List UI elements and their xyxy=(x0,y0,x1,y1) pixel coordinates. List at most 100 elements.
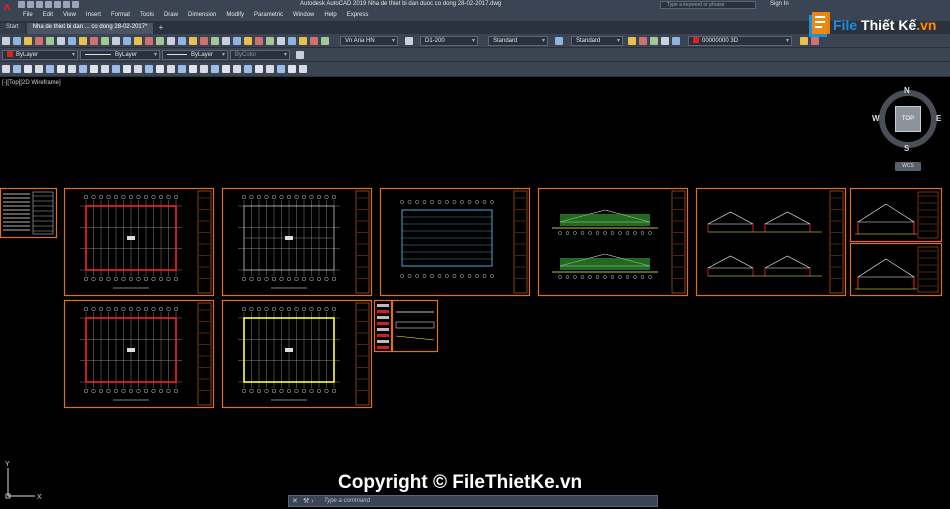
tb1-tool-12-icon[interactable] xyxy=(134,37,142,45)
tb1-tool-17-icon[interactable] xyxy=(189,37,197,45)
tb1-tool-33-icon[interactable] xyxy=(639,37,647,45)
plotstyle-select[interactable]: ByColor xyxy=(230,50,290,60)
tb3-tool-10-icon[interactable] xyxy=(112,65,120,73)
file-tab-1[interactable]: Nha de thiet bi dan ... co dong 28-02-20… xyxy=(26,23,154,34)
menu-edit[interactable]: Edit xyxy=(38,10,58,21)
tb1-tool-18-icon[interactable] xyxy=(200,37,208,45)
file-tab-0[interactable]: Start xyxy=(0,23,25,34)
multileader-style-select[interactable]: Standard xyxy=(571,36,623,46)
open-icon[interactable] xyxy=(27,1,34,8)
tb3-tool-22-icon[interactable] xyxy=(244,65,252,73)
tb1-tool-34-icon[interactable] xyxy=(650,37,658,45)
new-tab-button[interactable]: + xyxy=(155,23,166,34)
tb3-tool-26-icon[interactable] xyxy=(288,65,296,73)
menu-format[interactable]: Format xyxy=(106,10,135,21)
viewcube-top-face[interactable]: TOP xyxy=(895,106,921,132)
tb3-tool-0-icon[interactable] xyxy=(2,65,10,73)
tb3-tool-2-icon[interactable] xyxy=(24,65,32,73)
close-icon[interactable]: ✕ xyxy=(292,497,298,505)
tb3-tool-20-icon[interactable] xyxy=(222,65,230,73)
linetype-select[interactable]: ByLayer xyxy=(80,50,160,60)
menu-draw[interactable]: Draw xyxy=(159,10,183,21)
tb3-tool-6-icon[interactable] xyxy=(68,65,76,73)
tb3-tool-14-icon[interactable] xyxy=(156,65,164,73)
tb3-tool-9-icon[interactable] xyxy=(101,65,109,73)
tb3-tool-15-icon[interactable] xyxy=(167,65,175,73)
tb3-tool-1-icon[interactable] xyxy=(13,65,21,73)
tb3-tool-13-icon[interactable] xyxy=(145,65,153,73)
tb1-tool-26-icon[interactable] xyxy=(288,37,296,45)
tb1-tool-15-icon[interactable] xyxy=(167,37,175,45)
tb1-tool-11-icon[interactable] xyxy=(123,37,131,45)
compass-east[interactable]: E xyxy=(936,114,941,123)
menu-file[interactable]: File xyxy=(18,10,38,21)
tb3-tool-16-icon[interactable] xyxy=(178,65,186,73)
menu-help[interactable]: Help xyxy=(319,10,341,21)
text-style-select[interactable]: Vn Aria HN xyxy=(340,36,398,46)
tb1-tool-20-icon[interactable] xyxy=(222,37,230,45)
redo-icon[interactable] xyxy=(72,1,79,8)
tb1-tool-0-icon[interactable] xyxy=(2,37,10,45)
tb3-tool-21-icon[interactable] xyxy=(233,65,241,73)
tb1-tool-7-icon[interactable] xyxy=(79,37,87,45)
viewport-controls[interactable]: [-][Top][2D Wireframe] xyxy=(2,80,61,86)
tb1-tool-9-icon[interactable] xyxy=(101,37,109,45)
tb1-tool-3-icon[interactable] xyxy=(35,37,43,45)
compass-west[interactable]: W xyxy=(872,114,880,123)
menu-express[interactable]: Express xyxy=(342,10,374,21)
command-input[interactable]: Type a command xyxy=(324,498,370,504)
tb2-tool-0-icon[interactable] xyxy=(296,51,304,59)
compass-north[interactable]: N xyxy=(904,86,910,95)
menu-tools[interactable]: Tools xyxy=(135,10,159,21)
print-icon[interactable] xyxy=(54,1,61,8)
model-space[interactable] xyxy=(0,78,950,509)
dim-style-select[interactable]: D1-200 xyxy=(420,36,478,46)
tb1-tool-13-icon[interactable] xyxy=(145,37,153,45)
lineweight-select[interactable]: ByLayer xyxy=(162,50,228,60)
tb3-tool-27-icon[interactable] xyxy=(299,65,307,73)
viewcube[interactable]: TOP N S E W xyxy=(870,86,946,156)
save-icon[interactable] xyxy=(36,1,43,8)
tb1-tool-35-icon[interactable] xyxy=(661,37,669,45)
compass-south[interactable]: S xyxy=(904,144,909,153)
tb1-tool-1-icon[interactable] xyxy=(13,37,21,45)
tb3-tool-11-icon[interactable] xyxy=(123,65,131,73)
tb1-tool-5-icon[interactable] xyxy=(57,37,65,45)
tb1-tool-36-icon[interactable] xyxy=(672,37,680,45)
tb1-tool-37-icon[interactable] xyxy=(800,37,808,45)
tb3-tool-5-icon[interactable] xyxy=(57,65,65,73)
tb3-tool-4-icon[interactable] xyxy=(46,65,54,73)
tb1-tool-24-icon[interactable] xyxy=(266,37,274,45)
tb1-tool-4-icon[interactable] xyxy=(46,37,54,45)
tb1-tool-22-icon[interactable] xyxy=(244,37,252,45)
tb3-tool-3-icon[interactable] xyxy=(35,65,43,73)
tb3-tool-12-icon[interactable] xyxy=(134,65,142,73)
new-icon[interactable] xyxy=(18,1,25,8)
wcs-menu[interactable]: WCS xyxy=(895,162,921,171)
tb1-tool-23-icon[interactable] xyxy=(255,37,263,45)
tb1-tool-16-icon[interactable] xyxy=(178,37,186,45)
tb3-tool-7-icon[interactable] xyxy=(79,65,87,73)
tb3-tool-19-icon[interactable] xyxy=(211,65,219,73)
tb3-tool-24-icon[interactable] xyxy=(266,65,274,73)
wrench-icon[interactable]: ⚒ › xyxy=(303,497,314,505)
help-search-input[interactable]: Type a keyword or phrase xyxy=(660,1,756,9)
menu-dimension[interactable]: Dimension xyxy=(183,10,221,21)
tb3-tool-8-icon[interactable] xyxy=(90,65,98,73)
tb1-tool-27-icon[interactable] xyxy=(299,37,307,45)
sign-in-link[interactable]: Sign In xyxy=(770,1,789,7)
tb1-tool-30-icon[interactable] xyxy=(405,37,413,45)
tb1-tool-31-icon[interactable] xyxy=(555,37,563,45)
tb1-tool-28-icon[interactable] xyxy=(310,37,318,45)
tb3-tool-23-icon[interactable] xyxy=(255,65,263,73)
tb1-tool-8-icon[interactable] xyxy=(90,37,98,45)
saveas-icon[interactable] xyxy=(45,1,52,8)
undo-icon[interactable] xyxy=(63,1,70,8)
tb1-tool-25-icon[interactable] xyxy=(277,37,285,45)
menu-parametric[interactable]: Parametric xyxy=(249,10,288,21)
command-line[interactable]: ✕ ⚒ › Type a command xyxy=(288,495,658,507)
tb1-tool-6-icon[interactable] xyxy=(68,37,76,45)
tb1-tool-19-icon[interactable] xyxy=(211,37,219,45)
tb1-tool-21-icon[interactable] xyxy=(233,37,241,45)
tb3-tool-18-icon[interactable] xyxy=(200,65,208,73)
